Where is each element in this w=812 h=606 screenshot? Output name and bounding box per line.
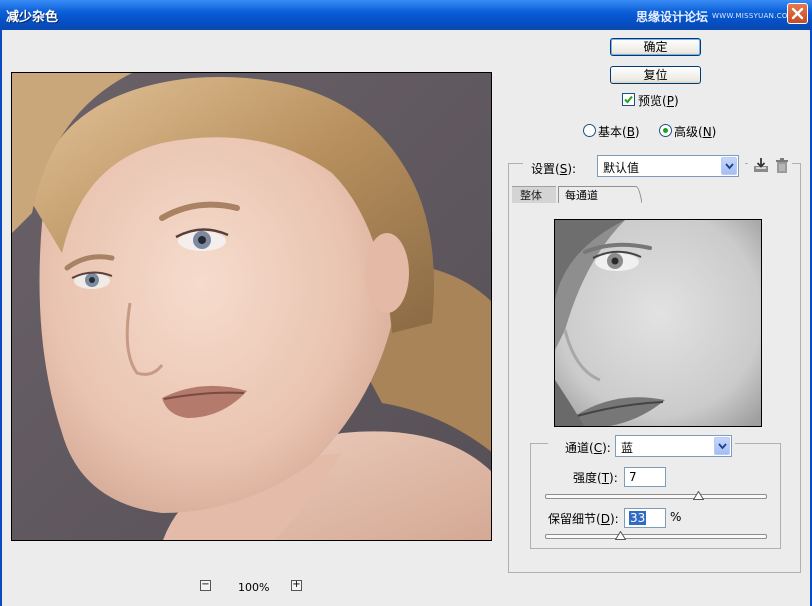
channel-preview[interactable]: [554, 219, 762, 427]
strength-slider-thumb[interactable]: [692, 491, 704, 500]
checkmark-icon: [624, 95, 633, 104]
strength-label: 强度(T):: [573, 471, 618, 485]
settings-label: 设置(S):: [531, 162, 577, 176]
trash-icon: [776, 158, 788, 173]
channel-select[interactable]: 蓝: [615, 435, 732, 457]
settings-select[interactable]: 默认值: [597, 155, 739, 177]
chevron-down-icon: [718, 443, 727, 450]
reset-button[interactable]: 复位: [610, 66, 701, 84]
save-settings-button[interactable]: [752, 157, 770, 178]
channel-dropdown-arrow[interactable]: [714, 437, 730, 455]
close-icon: [791, 7, 804, 20]
window-title: 减少杂色: [6, 10, 59, 25]
advanced-mode-label: 高级(N): [674, 125, 717, 139]
watermark-url: WWW.MISSYUAN.COM: [712, 12, 795, 20]
channel-value: 蓝: [621, 441, 634, 455]
preview-label: 预览(P): [638, 94, 679, 108]
minus-icon: −: [201, 579, 210, 590]
strength-input[interactable]: 7: [624, 467, 666, 487]
percent-unit: %: [670, 510, 682, 524]
preserve-details-label: 保留细节(D):: [548, 512, 619, 526]
plus-icon: +: [292, 579, 301, 590]
watermark-text: 思缘设计论坛: [636, 10, 709, 24]
save-icon: [754, 158, 768, 172]
strength-slider-track[interactable]: [545, 494, 767, 499]
channel-label: 通道(C):: [565, 441, 611, 455]
portrait-image: [12, 73, 491, 540]
basic-mode-label: 基本(B): [598, 125, 640, 139]
delete-settings-button[interactable]: [774, 157, 790, 178]
channel-preview-image: [555, 220, 761, 426]
settings-value: 默认值: [603, 161, 640, 175]
title-bar[interactable]: 减少杂色 思缘设计论坛 WWW.MISSYUAN.COM: [0, 0, 812, 30]
tab-overall[interactable]: 整体: [512, 186, 556, 203]
chevron-down-icon: [725, 163, 734, 170]
tab-bar: 整体 每通道: [512, 186, 801, 203]
settings-dropdown-arrow[interactable]: [721, 157, 737, 175]
zoom-in-button[interactable]: +: [291, 580, 302, 591]
close-button[interactable]: [787, 3, 808, 24]
ok-button[interactable]: 确定: [610, 38, 701, 56]
tab-per-channel[interactable]: 每通道: [558, 186, 636, 203]
preview-checkbox[interactable]: [622, 93, 635, 106]
preserve-details-input[interactable]: 33: [624, 508, 666, 528]
basic-mode-radio[interactable]: [583, 124, 596, 137]
advanced-mode-radio[interactable]: [659, 124, 672, 137]
image-preview[interactable]: [11, 72, 492, 541]
preserve-details-slider-thumb[interactable]: [614, 531, 626, 540]
tab-corner: [630, 186, 642, 203]
zoom-out-button[interactable]: −: [200, 580, 211, 591]
preserve-details-value: 33: [629, 511, 647, 525]
preserve-details-slider-track[interactable]: [545, 534, 767, 539]
zoom-level: 100%: [238, 581, 270, 594]
